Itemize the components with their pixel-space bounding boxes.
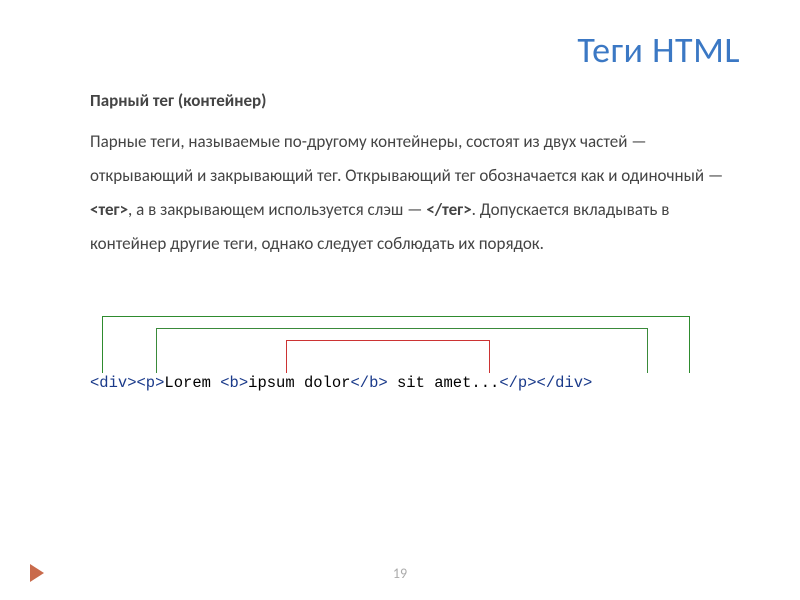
- tag-close-b: </b>: [350, 374, 387, 392]
- tag-close-pdiv: </p></div>: [499, 374, 592, 392]
- code-line: <div><p>Lorem <b>ipsum dolor</b> sit ame…: [90, 374, 592, 392]
- slide-title: Теги HTML: [90, 28, 740, 72]
- nesting-diagram: <div><p>Lorem <b>ipsum dolor</b> sit ame…: [90, 316, 740, 456]
- slide-subtitle: Парный тег (контейнер): [90, 90, 740, 111]
- page-number: 19: [0, 565, 800, 582]
- code-text3: sit amet...: [388, 374, 500, 392]
- bracket-inner: [286, 340, 490, 373]
- tag-open-divp: <div><p>: [90, 374, 164, 392]
- code-text2: ipsum dolor: [248, 374, 350, 392]
- code-text1: Lorem: [164, 374, 220, 392]
- tag-open-b: <b>: [220, 374, 248, 392]
- body-text: Парные теги, называемые по-другому конте…: [90, 125, 740, 261]
